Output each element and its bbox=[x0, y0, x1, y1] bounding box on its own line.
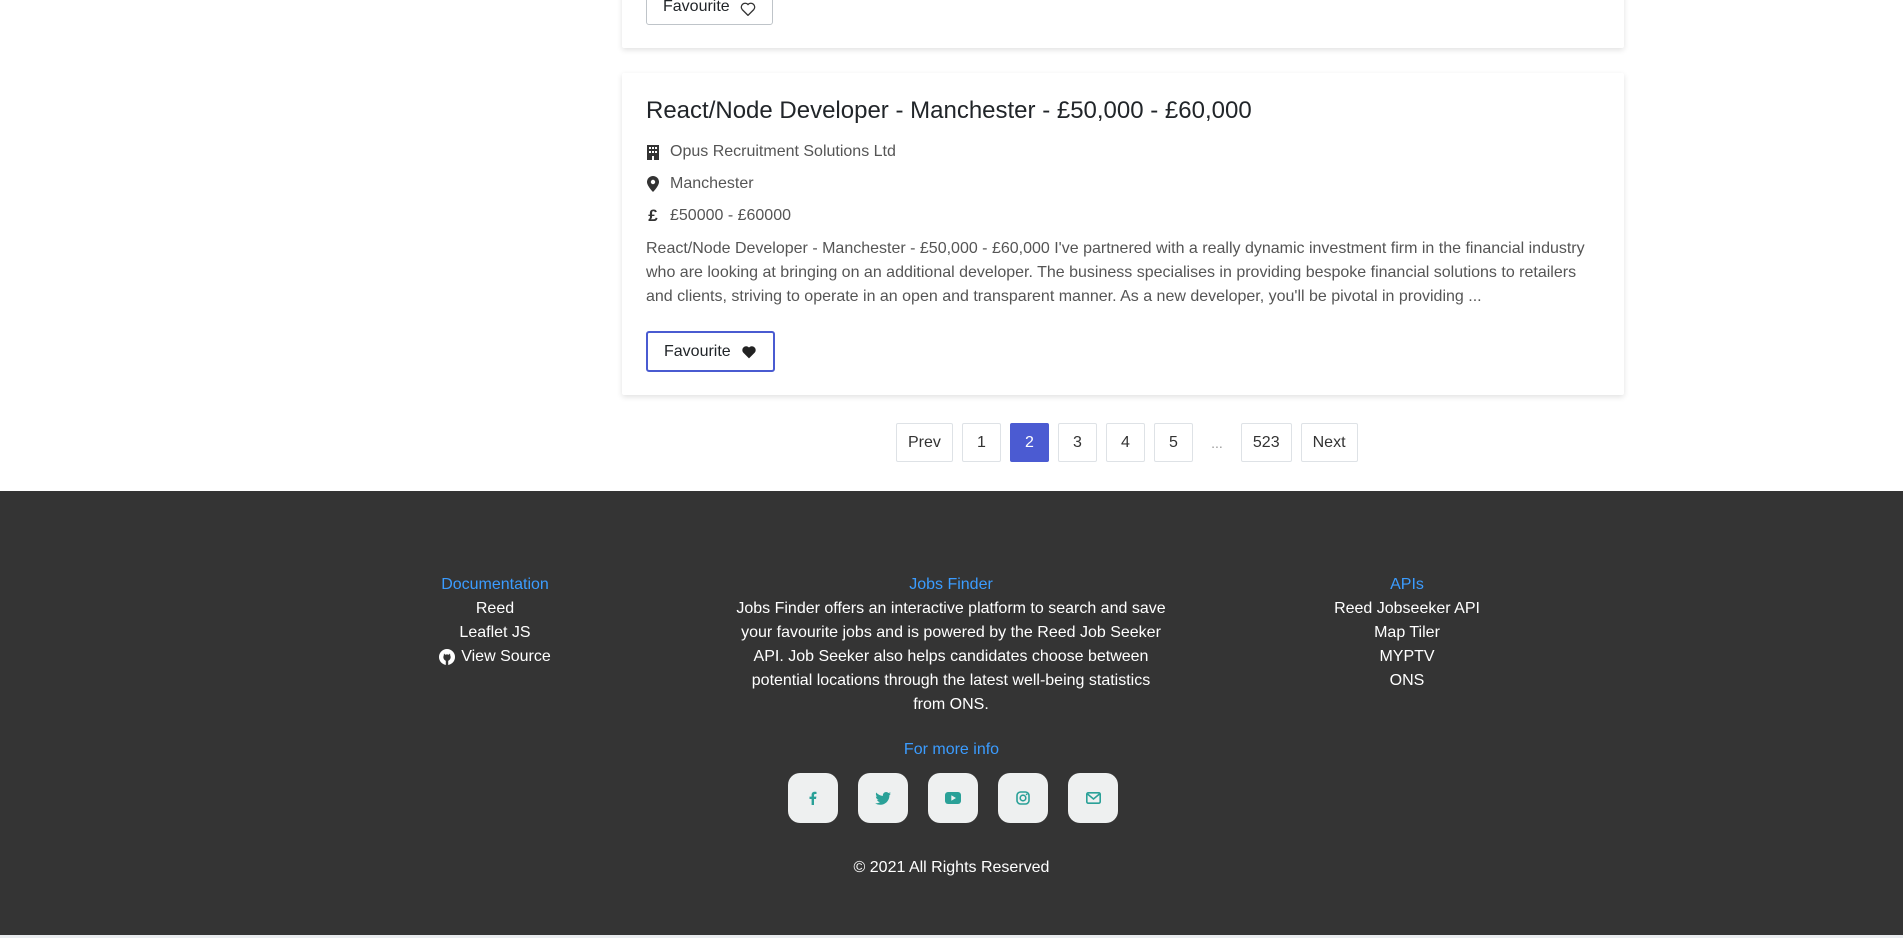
company-name: Opus Recruitment Solutions Ltd bbox=[670, 143, 896, 160]
location-row: Manchester bbox=[646, 173, 1600, 195]
heart-outline-icon bbox=[740, 2, 756, 16]
favourite-button[interactable]: Favourite bbox=[646, 0, 773, 25]
page-4-button[interactable]: 4 bbox=[1105, 423, 1145, 462]
pound-sign-icon: £ bbox=[648, 206, 658, 225]
reed-link[interactable]: Reed bbox=[395, 597, 595, 621]
company-row: Opus Recruitment Solutions Ltd bbox=[646, 141, 1600, 163]
instagram-icon bbox=[1016, 791, 1030, 805]
myptv-link[interactable]: MYPTV bbox=[1307, 645, 1507, 669]
page-2-button[interactable]: 2 bbox=[1009, 423, 1049, 462]
jobs-finder-heading: Jobs Finder bbox=[909, 576, 993, 593]
apis-heading: APIs bbox=[1390, 576, 1424, 593]
ons-link[interactable]: ONS bbox=[1307, 669, 1507, 693]
page-ellipsis: ... bbox=[1211, 434, 1223, 451]
twitter-button[interactable] bbox=[858, 773, 908, 823]
last-page-button[interactable]: 523 bbox=[1240, 423, 1292, 462]
map-marker-icon bbox=[646, 176, 660, 192]
email-button[interactable] bbox=[1068, 773, 1118, 823]
previous-job-card: Favourite bbox=[622, 0, 1624, 48]
youtube-icon bbox=[945, 792, 961, 804]
map-tiler-link[interactable]: Map Tiler bbox=[1307, 621, 1507, 645]
pagination: Prev 1 2 3 4 5 ... 523 Next bbox=[896, 423, 1358, 462]
next-page-button[interactable]: Next bbox=[1300, 423, 1358, 462]
favourite-button[interactable]: Favourite bbox=[646, 331, 775, 372]
location-text: Manchester bbox=[670, 175, 754, 192]
job-card: React/Node Developer - Manchester - £50,… bbox=[622, 73, 1624, 395]
jobs-finder-description: Jobs Finder offers an interactive platfo… bbox=[736, 600, 1166, 713]
salary-text: £50000 - £60000 bbox=[670, 207, 791, 224]
site-footer: Documentation Reed Leaflet JS View Sourc… bbox=[0, 491, 1903, 938]
footer-documentation-column: Documentation Reed Leaflet JS View Sourc… bbox=[395, 573, 595, 673]
page-1-button[interactable]: 1 bbox=[961, 423, 1001, 462]
prev-page-button[interactable]: Prev bbox=[896, 423, 953, 462]
github-icon bbox=[439, 649, 456, 665]
page-5-button[interactable]: 5 bbox=[1153, 423, 1193, 462]
more-info-heading: For more info bbox=[903, 741, 1000, 758]
leaflet-js-link[interactable]: Leaflet JS bbox=[395, 621, 595, 645]
twitter-icon bbox=[875, 791, 891, 805]
view-source-link[interactable]: View Source bbox=[439, 645, 551, 669]
documentation-heading: Documentation bbox=[441, 576, 549, 593]
footer-apis-column: APIs Reed Jobseeker API Map Tiler MYPTV … bbox=[1307, 573, 1507, 693]
job-description: React/Node Developer - Manchester - £50,… bbox=[646, 240, 1585, 305]
heart-filled-icon bbox=[742, 345, 756, 358]
footer-about-column: Jobs Finder Jobs Finder offers an intera… bbox=[736, 573, 1166, 717]
youtube-button[interactable] bbox=[928, 773, 978, 823]
job-title[interactable]: React/Node Developer - Manchester - £50,… bbox=[646, 95, 1600, 127]
building-icon bbox=[646, 144, 660, 160]
copyright-text: © 2021 All Rights Reserved bbox=[853, 859, 1050, 876]
facebook-button[interactable] bbox=[788, 773, 838, 823]
favourite-label: Favourite bbox=[663, 0, 730, 15]
reed-jobseeker-api-link[interactable]: Reed Jobseeker API bbox=[1307, 597, 1507, 621]
facebook-icon bbox=[809, 791, 817, 805]
envelope-icon bbox=[1085, 792, 1101, 804]
view-source-label: View Source bbox=[461, 648, 551, 665]
social-links bbox=[788, 773, 1118, 823]
page-3-button[interactable]: 3 bbox=[1057, 423, 1097, 462]
instagram-button[interactable] bbox=[998, 773, 1048, 823]
favourite-label: Favourite bbox=[664, 342, 731, 360]
salary-row: £ £50000 - £60000 bbox=[646, 205, 1600, 227]
